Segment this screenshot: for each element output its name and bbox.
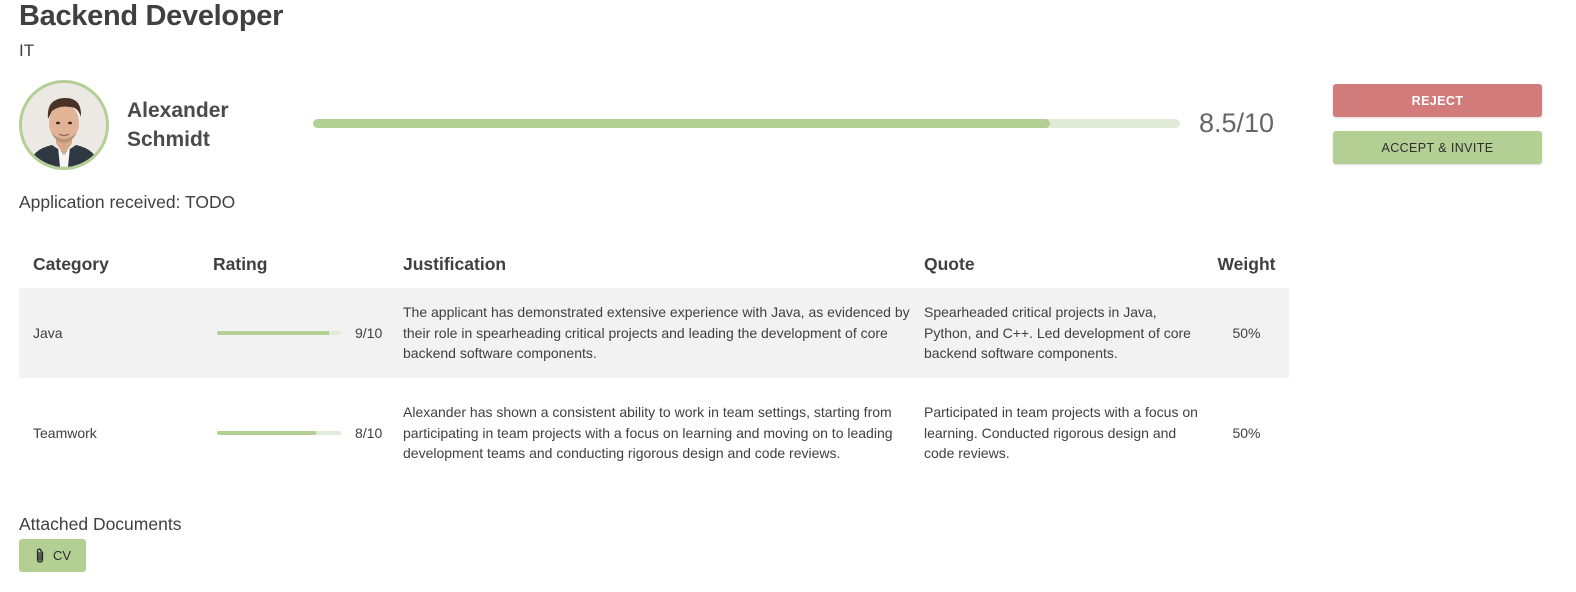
candidate-first-name: Alexander [127, 99, 229, 122]
overall-score-bar [313, 119, 1180, 128]
application-received: Application received: TODO [19, 192, 236, 212]
header-quote: Quote [924, 253, 975, 274]
overall-score-text: 8.5/10 [1199, 108, 1275, 138]
rating-bar-fill [217, 431, 317, 435]
ratings-table: Category Rating Justification Quote Weig… [19, 240, 1289, 488]
header-rating: Rating [213, 253, 268, 274]
quote-cell: Participated in team projects with a foc… [910, 378, 1204, 488]
category-cell: Java [19, 288, 199, 378]
header-category: Category [33, 253, 109, 274]
justification-cell: Alexander has shown a consistent ability… [389, 378, 910, 488]
rating-bar [217, 331, 341, 335]
overall-score-fill [313, 119, 1050, 128]
cv-document-label: CV [52, 548, 72, 563]
rating-value: 8/10 [355, 424, 383, 441]
job-department: IT [19, 41, 35, 60]
accept-invite-button[interactable]: ACCEPT & INVITE [1333, 131, 1542, 164]
quote-cell: Spearheaded critical projects in Java, P… [910, 288, 1204, 378]
attached-documents-label: Attached Documents [19, 514, 182, 534]
candidate-last-name: Schmidt [127, 128, 210, 151]
candidate-name: Alexander Schmidt [127, 96, 287, 154]
job-title: Backend Developer [19, 0, 284, 32]
header-justification: Justification [403, 253, 507, 274]
rating-cell: 9/10 [199, 288, 389, 378]
weight-cell: 50% [1204, 288, 1289, 378]
rating-bar [217, 431, 341, 435]
weight-cell: 50% [1204, 378, 1289, 488]
rating-bar-fill [217, 331, 329, 335]
paperclip-icon [34, 548, 46, 564]
header-weight: Weight [1217, 253, 1276, 274]
cv-document-chip[interactable]: CV [19, 539, 86, 572]
reject-button[interactable]: REJECT [1333, 84, 1542, 117]
candidate-avatar [19, 80, 109, 170]
table-row: Teamwork 8/10 Alexander has shown a cons… [19, 378, 1289, 488]
justification-cell: The applicant has demonstrated extensive… [389, 288, 910, 378]
category-cell: Teamwork [19, 378, 199, 488]
table-row: Java 9/10 The applicant has demonstrated… [19, 288, 1289, 378]
rating-value: 9/10 [355, 324, 383, 341]
rating-cell: 8/10 [199, 378, 389, 488]
table-header-row: Category Rating Justification Quote Weig… [19, 240, 1289, 288]
